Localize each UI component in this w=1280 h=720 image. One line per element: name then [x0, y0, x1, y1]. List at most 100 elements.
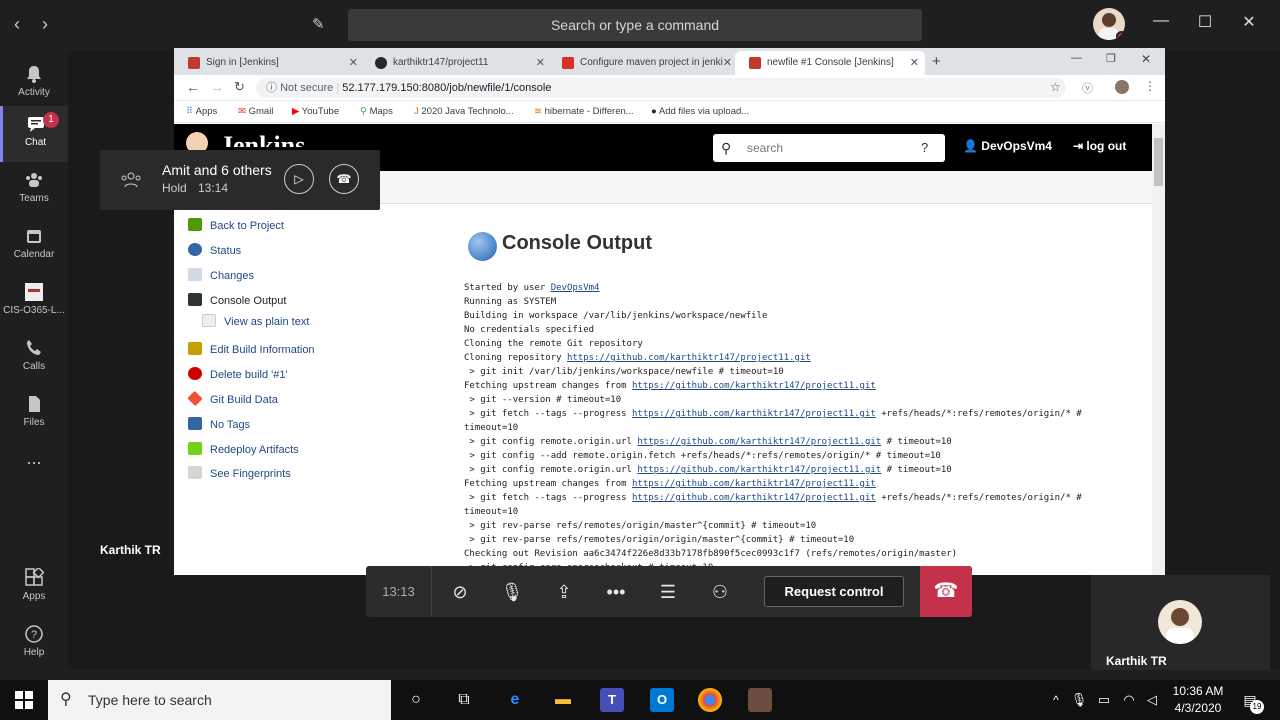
tray-mic-icon[interactable]: 🎙 [1067, 688, 1091, 712]
tab-close-icon[interactable]: ✕ [723, 51, 732, 75]
participants-icon[interactable]: ⚇ [707, 579, 733, 605]
rail-item-calls[interactable]: Calls [0, 330, 68, 386]
browser-profile-icon[interactable] [1115, 80, 1129, 94]
tab-jenkins-signin[interactable]: Sign in [Jenkins] ✕ [174, 51, 364, 75]
bookmark-hibernate[interactable]: ≋ hibernate - Differen... [534, 106, 634, 117]
chrome-icon[interactable] [698, 688, 722, 712]
tab-close-icon[interactable]: ✕ [910, 51, 919, 75]
browser-minimize-icon[interactable]: — [1071, 52, 1082, 64]
logout-link[interactable]: ⇥ log out [1073, 139, 1126, 153]
side-edit-build-info[interactable]: Edit Build Information [188, 342, 315, 356]
log-link[interactable]: https://github.com/karthiktr147/project1… [632, 409, 876, 419]
side-console-output[interactable]: Console Output [188, 293, 286, 307]
forward-icon[interactable]: → [210, 79, 224, 95]
camera-off-icon[interactable]: ⊘ [447, 579, 473, 605]
teams-taskbar-icon[interactable]: T [600, 688, 624, 712]
volume-icon[interactable]: ◁ [1140, 688, 1164, 712]
request-control-button[interactable]: Request control [764, 576, 904, 607]
taskbar-time[interactable]: 10:36 AM [1170, 684, 1226, 698]
log-link[interactable]: https://github.com/karthiktr147/project1… [637, 465, 881, 475]
maximize-icon[interactable]: ☐ [1190, 12, 1220, 36]
rail-item-more[interactable]: ... [0, 448, 68, 504]
rail-item-calendar[interactable]: Calendar [0, 218, 68, 274]
tab-close-icon[interactable]: ✕ [536, 51, 545, 75]
help-circle-icon[interactable]: ? [921, 134, 928, 162]
rail-item-chat[interactable]: 1 Chat [0, 106, 68, 162]
microphone-icon[interactable]: 🎙 [499, 579, 525, 605]
browser-menu-icon[interactable]: ⋮ [1144, 79, 1156, 93]
battery-icon[interactable]: ▭ [1092, 688, 1116, 712]
tab-close-icon[interactable]: ✕ [349, 51, 358, 75]
browser-close-icon[interactable]: ✕ [1141, 52, 1151, 66]
edge-icon[interactable]: e [503, 688, 527, 712]
tray-chevron-icon[interactable]: ^ [1044, 688, 1068, 712]
back-arrow-icon[interactable]: ‹ [14, 14, 20, 35]
log-link[interactable]: https://github.com/karthiktr147/project1… [632, 479, 876, 489]
reload-icon[interactable]: ↻ [234, 79, 245, 95]
new-tab-icon[interactable]: + [932, 53, 941, 70]
profile-avatar[interactable] [1093, 8, 1125, 40]
taskbar-search-box[interactable]: ⚲ Type here to search [48, 680, 391, 720]
side-back-to-project[interactable]: Back to Project [188, 218, 284, 232]
app-taskbar-icon[interactable] [748, 688, 772, 712]
jenkins-search-input[interactable]: ⚲ search ? [713, 134, 945, 162]
task-view-icon[interactable]: ⧉ [452, 688, 476, 712]
bookmark-star-icon[interactable]: ☆ [1050, 80, 1061, 94]
rail-item-activity[interactable]: Activity [0, 56, 68, 112]
rail-item-label: Calendar [13, 249, 55, 260]
forward-arrow-icon[interactable]: › [42, 14, 48, 35]
cortana-icon[interactable]: ○ [404, 688, 428, 712]
user-link[interactable]: 👤 DevOpsVm4 [963, 139, 1052, 153]
resume-call-icon[interactable]: ▷ [284, 164, 314, 194]
log-link[interactable]: DevOpsVm4 [551, 283, 600, 293]
hangup-small-icon[interactable]: ☎ [329, 164, 359, 194]
side-status[interactable]: Status [188, 243, 241, 257]
back-icon[interactable]: ← [186, 79, 200, 95]
show-conversation-icon[interactable]: ☰ [655, 579, 681, 605]
url-field[interactable]: ⓘ Not secure | 52.177.179.150:8080/job/n… [256, 78, 1066, 98]
scrollbar-thumb[interactable] [1154, 138, 1163, 186]
tab-console-active[interactable]: newfile #1 Console [Jenkins] ✕ [735, 51, 925, 75]
command-search-box[interactable]: Search or type a command [348, 9, 922, 41]
extension-icon[interactable]: ⓥ [1082, 80, 1093, 96]
rail-item-apps[interactable]: Apps [0, 560, 68, 616]
side-see-fingerprints[interactable]: See Fingerprints [188, 466, 291, 480]
side-redeploy-artifacts[interactable]: Redeploy Artifacts [188, 442, 299, 456]
side-no-tags[interactable]: No Tags [188, 417, 250, 431]
rail-item-teams[interactable]: Teams [0, 162, 68, 218]
bookmark-gmail[interactable]: ✉ Gmail [238, 106, 273, 117]
outlook-icon[interactable]: O [650, 688, 674, 712]
browser-restore-icon[interactable]: ❐ [1106, 52, 1116, 65]
bookmark-youtube[interactable]: ▶ YouTube [292, 106, 339, 117]
side-git-build-data[interactable]: Git Build Data [187, 390, 278, 407]
document-icon [202, 314, 216, 327]
rail-item-files[interactable]: Files [0, 386, 68, 442]
bookmark-apps[interactable]: ⠿ Apps [186, 106, 217, 117]
bookmark-upload[interactable]: ● Add files via upload... [651, 106, 749, 117]
taskbar-date[interactable]: 4/3/2020 [1170, 701, 1226, 715]
log-link[interactable]: https://github.com/karthiktr147/project1… [637, 437, 881, 447]
wifi-icon[interactable]: ◠ [1117, 688, 1141, 712]
bookmark-maps[interactable]: ⚲ Maps [360, 106, 393, 117]
share-screen-icon[interactable]: ⇪ [551, 579, 577, 605]
compose-icon[interactable]: ✎ [312, 15, 325, 33]
more-actions-icon[interactable]: ••• [603, 579, 629, 605]
rail-item-help[interactable]: ? Help [0, 616, 68, 672]
side-delete-build[interactable]: Delete build '#1' [188, 367, 288, 381]
log-link[interactable]: https://github.com/karthiktr147/project1… [632, 493, 876, 503]
tab-github-project[interactable]: karthiktr147/project11 ✕ [361, 51, 551, 75]
side-view-plain-text[interactable]: View as plain text [202, 314, 309, 328]
tab-configure-maven[interactable]: Configure maven project in jenki ✕ [548, 51, 738, 75]
close-icon[interactable]: ✕ [1234, 12, 1264, 36]
minimize-icon[interactable]: — [1146, 12, 1176, 36]
bookmark-java[interactable]: J 2020 Java Technolo... [414, 106, 514, 117]
log-link[interactable]: https://github.com/karthiktr147/project1… [632, 381, 876, 391]
side-changes[interactable]: Changes [188, 268, 254, 282]
windows-start-icon[interactable] [15, 691, 33, 709]
log-link[interactable]: https://github.com/karthiktr147/project1… [567, 353, 811, 363]
hang-up-button[interactable]: ☎ [920, 566, 972, 617]
jenkins-logo-text[interactable]: Jenkins [220, 131, 305, 147]
file-explorer-icon[interactable]: ▬ [551, 688, 575, 712]
rail-item-cis-app[interactable]: CIS-O365-L... [0, 274, 68, 330]
page-scrollbar[interactable] [1152, 124, 1165, 575]
